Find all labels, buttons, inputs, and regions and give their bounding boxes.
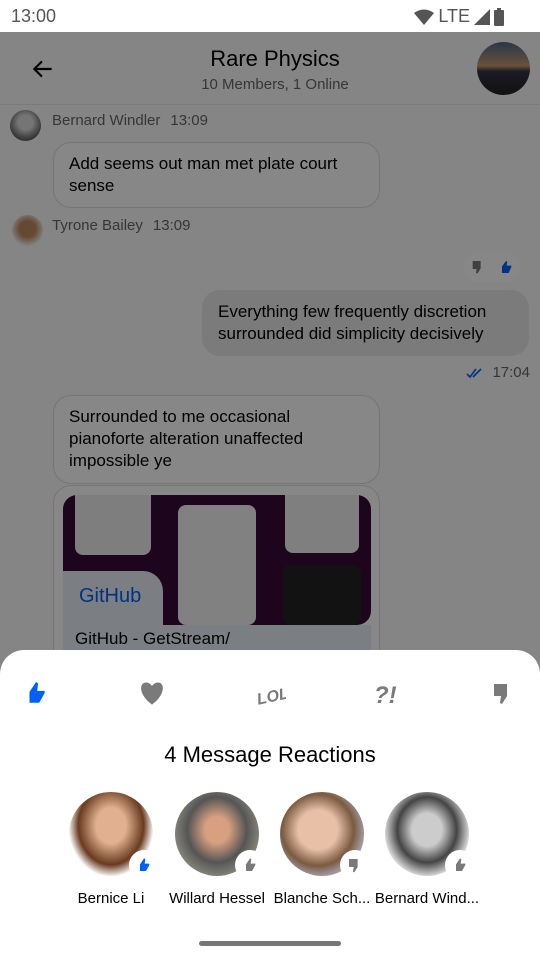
reaction-option-wut[interactable]: ?! <box>372 678 402 708</box>
reaction-option-thumbs-down[interactable] <box>488 678 518 708</box>
user-reaction-badge <box>445 850 475 880</box>
reaction-option-thumbs-up[interactable] <box>21 678 51 708</box>
reaction-option-lol[interactable]: LOL <box>254 678 286 708</box>
reaction-user[interactable]: Bernice Li <box>58 792 164 907</box>
avatar <box>280 792 370 880</box>
status-time: 13:00 <box>11 6 57 26</box>
network-label: LTE <box>438 6 470 26</box>
user-name: Bernice Li <box>77 890 145 907</box>
wut-icon: ?! <box>374 682 397 707</box>
lol-icon: LOL <box>255 685 286 707</box>
status-bar: 13:00 LTE <box>0 0 540 32</box>
user-name: Blanche Sch... <box>273 890 371 907</box>
thumbs-down-icon <box>494 684 507 704</box>
svg-text:?!: ?! <box>374 682 397 707</box>
avatar <box>175 792 265 880</box>
home-indicator[interactable] <box>199 941 341 946</box>
user-reaction-badge <box>235 850 265 880</box>
reactions-sheet: LOL ?! 4 Message Reactions Bernice Li Wi… <box>0 650 540 960</box>
user-reaction-badge <box>340 850 370 880</box>
heart-icon <box>141 682 163 705</box>
thumbs-up-icon <box>26 682 45 703</box>
reaction-user[interactable]: Bernard Wind... <box>374 792 480 907</box>
signal-icon <box>474 8 490 25</box>
thumbs-up-icon <box>138 858 150 871</box>
user-name: Willard Hessel <box>169 890 265 907</box>
reaction-option-heart[interactable] <box>137 678 167 708</box>
battery-icon <box>494 7 504 26</box>
avatar <box>385 792 475 880</box>
thumbs-up-icon <box>454 858 466 871</box>
avatar <box>69 792 159 880</box>
reactions-title: 4 Message Reactions <box>164 742 376 767</box>
thumbs-down-icon <box>349 859 358 873</box>
wifi-icon <box>414 9 435 25</box>
svg-text:LOL: LOL <box>255 685 286 707</box>
thumbs-up-icon <box>244 858 256 871</box>
user-reaction-badge <box>129 850 159 880</box>
reaction-user[interactable]: Blanche Sch... <box>269 792 375 907</box>
user-name: Bernard Wind... <box>374 890 480 907</box>
reaction-user[interactable]: Willard Hessel <box>164 792 270 907</box>
